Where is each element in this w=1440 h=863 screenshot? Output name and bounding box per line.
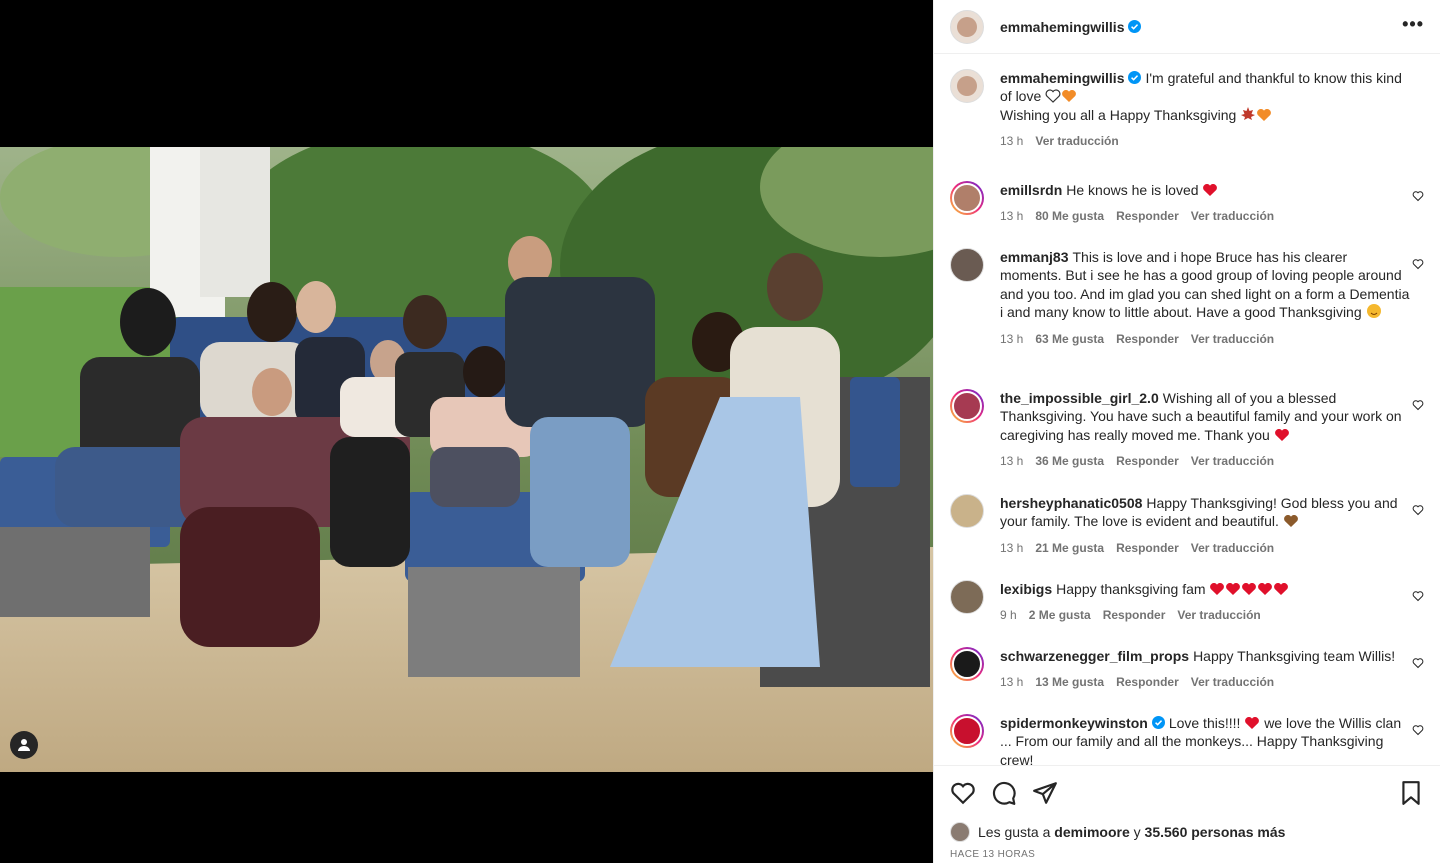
smiling-hearts-face-icon [1366, 304, 1381, 319]
orange-heart-icon [1257, 108, 1272, 121]
reply-button[interactable]: Responder [1116, 330, 1179, 348]
comment-time: 13 h [1000, 540, 1024, 555]
caption-meta: 13 h Ver traducción [1000, 132, 1410, 150]
translate-link[interactable]: Ver traducción [1191, 330, 1274, 348]
comment-username[interactable]: emmanj83 [1000, 249, 1068, 265]
verified-badge-icon [1128, 71, 1142, 84]
comment-likes[interactable]: 36 Me gusta [1035, 452, 1104, 470]
comment-username[interactable]: hersheyphanatic0508 [1000, 495, 1142, 511]
save-bookmark-icon[interactable] [1398, 780, 1424, 806]
caption: emmahemingwillis I'm grateful and thankfu… [950, 69, 1424, 181]
commenter-avatar[interactable] [950, 181, 984, 215]
comment: schwarzenegger_film_props Happy Thanksgiv… [950, 647, 1424, 714]
comment-username[interactable]: emillsrdn [1000, 182, 1062, 198]
like-heart-icon[interactable] [950, 780, 976, 806]
comment: the_impossible_girl_2.0 Wishing all of yo… [950, 389, 1424, 494]
comment-text: Happy Thanksgiving team Willis! [1193, 648, 1396, 664]
post-photo[interactable] [0, 147, 933, 772]
commenter-avatar[interactable] [950, 494, 984, 528]
like-comment-heart-icon[interactable] [1412, 657, 1424, 669]
comment: emmanj83 This is love and i hope Bruce ha… [950, 248, 1424, 389]
comment-likes[interactable]: 13 Me gusta [1035, 673, 1104, 691]
translate-link[interactable]: Ver traducción [1035, 132, 1118, 150]
post-header: emmahemingwillis ••• [934, 0, 1440, 54]
post-sidebar: emmahemingwillis ••• emmahemingwillis I'm… [933, 0, 1440, 863]
reply-button[interactable]: Responder [1116, 452, 1179, 470]
liker-username[interactable]: demimoore [1054, 824, 1129, 840]
comment: hersheyphanatic0508 Happy Thanksgiving! G… [950, 494, 1424, 580]
comment-username[interactable]: lexibigs [1000, 581, 1052, 597]
comment: emillsrdn He knows he is loved 13 h 80 Me… [950, 181, 1424, 248]
like-comment-heart-icon[interactable] [1412, 399, 1424, 411]
reply-button[interactable]: Responder [1103, 606, 1166, 624]
comment-bubble-icon[interactable] [991, 780, 1017, 806]
action-bar [934, 765, 1440, 821]
comment-time: 13 h [1000, 454, 1024, 469]
comment-text: Love this!!!! [1168, 715, 1241, 731]
verified-badge-icon [1128, 20, 1142, 33]
comment-likes[interactable]: 63 Me gusta [1035, 330, 1104, 348]
commenter-avatar[interactable] [950, 647, 984, 681]
caption-time: 13 h [1000, 134, 1024, 149]
red-heart-icon [1245, 717, 1260, 729]
comment-time: 13 h [1000, 209, 1024, 224]
orange-heart-icon [1062, 90, 1077, 103]
translate-link[interactable]: Ver traducción [1191, 452, 1274, 470]
translate-link[interactable]: Ver traducción [1191, 673, 1274, 691]
likes-prefix: Les gusta a [978, 824, 1051, 840]
author-username[interactable]: emmahemingwillis [1000, 19, 1124, 35]
translate-link[interactable]: Ver traducción [1191, 207, 1274, 225]
comment-text: He knows he is loved [1066, 182, 1199, 198]
media-pane [0, 0, 933, 863]
white-heart-icon [1045, 89, 1061, 104]
comment-likes[interactable]: 80 Me gusta [1035, 207, 1104, 225]
author-avatar[interactable] [950, 9, 984, 44]
commenter-avatar[interactable] [950, 580, 984, 614]
post-timestamp: HACE 13 HORAS [950, 849, 1036, 860]
red-heart-icon [1274, 428, 1289, 441]
comment-text: Happy thanksgiving fam [1056, 581, 1206, 597]
brown-heart-icon [1283, 515, 1298, 528]
user-icon [18, 739, 30, 751]
family-photo-illustration [0, 147, 933, 772]
reply-button[interactable]: Responder [1116, 539, 1179, 557]
reply-button[interactable]: Responder [1116, 207, 1179, 225]
liker-avatar[interactable] [950, 822, 970, 842]
comment: spidermonkeywinston Love this!!!! we love… [950, 714, 1424, 765]
like-comment-heart-icon[interactable] [1412, 190, 1424, 202]
more-options-icon[interactable]: ••• [1402, 14, 1424, 35]
tagged-users-button[interactable] [10, 731, 38, 759]
likes-count[interactable]: 35.560 personas más [1145, 824, 1286, 840]
commenter-avatar[interactable] [950, 714, 984, 748]
translate-link[interactable]: Ver traducción [1191, 539, 1274, 557]
likes-summary: Les gusta a demimoore y 35.560 personas … [950, 822, 1424, 842]
like-comment-heart-icon[interactable] [1412, 258, 1424, 270]
maple-leaf-icon [1241, 106, 1256, 120]
caption-username[interactable]: emmahemingwillis [1000, 70, 1124, 86]
comment-likes[interactable]: 21 Me gusta [1035, 539, 1104, 557]
commenter-avatar[interactable] [950, 389, 984, 423]
comments-list: emmahemingwillis I'm grateful and thankfu… [934, 55, 1440, 765]
reply-button[interactable]: Responder [1116, 673, 1179, 691]
red-hearts-icon [1209, 581, 1289, 597]
like-comment-heart-icon[interactable] [1412, 504, 1424, 516]
commenter-avatar[interactable] [950, 248, 984, 282]
comment: lexibigs Happy thanksgiving fam 9 h 2 Me … [950, 580, 1424, 647]
like-comment-heart-icon[interactable] [1412, 590, 1424, 602]
comment-time: 13 h [1000, 675, 1024, 690]
likes-conjunction: y [1133, 824, 1141, 840]
verified-badge-icon [1151, 716, 1165, 729]
comment-username[interactable]: schwarzenegger_film_props [1000, 648, 1189, 664]
comment-time: 13 h [1000, 331, 1024, 346]
author-avatar[interactable] [950, 69, 984, 103]
red-heart-icon [1203, 184, 1218, 196]
comment-time: 9 h [1000, 608, 1017, 623]
comment-username[interactable]: the_impossible_girl_2.0 [1000, 390, 1159, 406]
comment-username[interactable]: spidermonkeywinston [1000, 715, 1148, 731]
comment-likes[interactable]: 2 Me gusta [1029, 606, 1091, 624]
like-comment-heart-icon[interactable] [1412, 724, 1424, 736]
share-send-icon[interactable] [1032, 780, 1058, 806]
caption-text-2: Wishing you all a Happy Thanksgiving [1000, 106, 1237, 123]
translate-link[interactable]: Ver traducción [1177, 606, 1260, 624]
